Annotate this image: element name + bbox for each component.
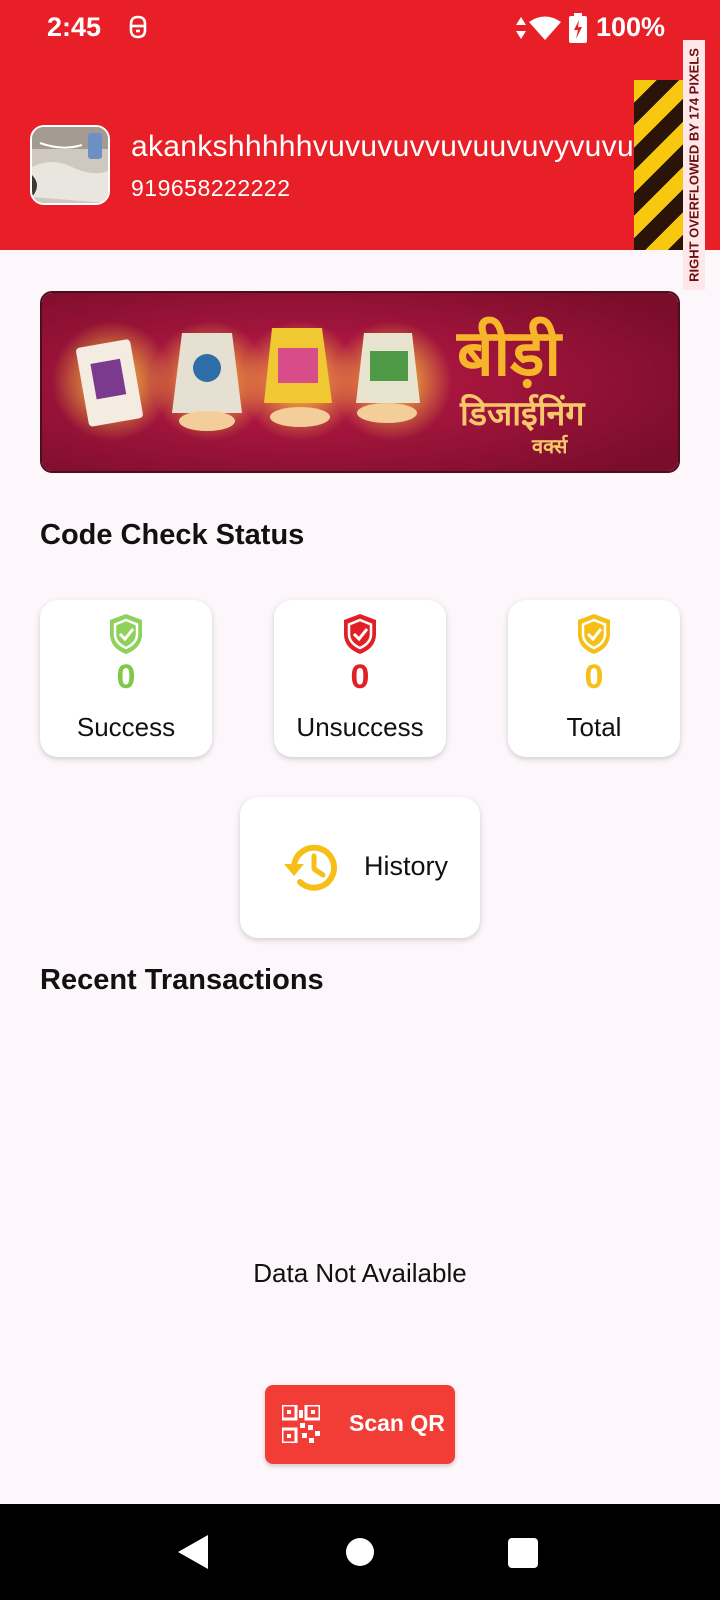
success-count: 0 [116, 658, 136, 696]
total-count: 0 [584, 658, 604, 696]
app-header: 2:45 100% akankshhhhhvuvuvuvvuvuuvuvyvuv… [0, 0, 720, 250]
banner-title: बीड़ी [456, 316, 563, 391]
back-icon[interactable] [176, 1534, 210, 1570]
total-label: Total [566, 712, 622, 742]
history-button[interactable]: History [240, 797, 480, 938]
scan-qr-button[interactable]: Scan QR [265, 1385, 455, 1464]
recent-apps-icon[interactable] [508, 1538, 538, 1568]
overflow-indicator [634, 80, 683, 250]
unsuccess-label: Unsuccess [296, 712, 424, 742]
scan-qr-label: Scan QR [349, 1410, 445, 1436]
recent-transactions-title: Recent Transactions [40, 964, 324, 996]
notification-icon [129, 15, 147, 39]
success-card[interactable]: 0 Success [40, 600, 212, 757]
status-bar: 2:45 100% [0, 0, 720, 56]
unsuccess-shield-icon [344, 614, 376, 654]
overflow-warning-text: RIGHT OVERFLOWED BY 174 PIXELS [686, 48, 702, 282]
success-shield-icon [110, 614, 142, 654]
user-name: akankshhhhhvuvuvuvvuvuuvuvyvuvuvhv [131, 130, 682, 163]
empty-state-message: Data Not Available [253, 1258, 467, 1288]
data-arrows-icon [516, 17, 526, 39]
status-time: 2:45 [47, 12, 102, 42]
avatar-photo [32, 127, 108, 203]
home-icon[interactable] [346, 1538, 374, 1566]
overflow-warning-label: RIGHT OVERFLOWED BY 174 PIXELS [683, 40, 705, 290]
user-phone: 919658222222 [131, 175, 291, 201]
history-label: History [364, 851, 449, 881]
avatar[interactable] [30, 125, 110, 205]
promo-banner[interactable]: बीड़ी डिजाईनिंग वर्क्स [40, 291, 680, 473]
wifi-icon [529, 16, 561, 40]
banner-subtitle: डिजाईनिंग [459, 393, 586, 434]
history-icon [284, 844, 337, 891]
system-nav-bar [0, 1504, 720, 1600]
total-shield-icon [578, 614, 610, 654]
total-card[interactable]: 0 Total [508, 600, 680, 757]
banner-tag: वर्क्स [531, 434, 569, 458]
code-check-title: Code Check Status [40, 519, 305, 551]
battery-icon [569, 13, 587, 43]
unsuccess-card[interactable]: 0 Unsuccess [274, 600, 446, 757]
banner-graphic: बीड़ी डिजाईनिंग वर्क्स [42, 293, 678, 471]
battery-percent: 100% [596, 12, 666, 42]
unsuccess-count: 0 [350, 658, 370, 696]
success-label: Success [76, 712, 176, 742]
qr-code-icon [282, 1405, 320, 1443]
